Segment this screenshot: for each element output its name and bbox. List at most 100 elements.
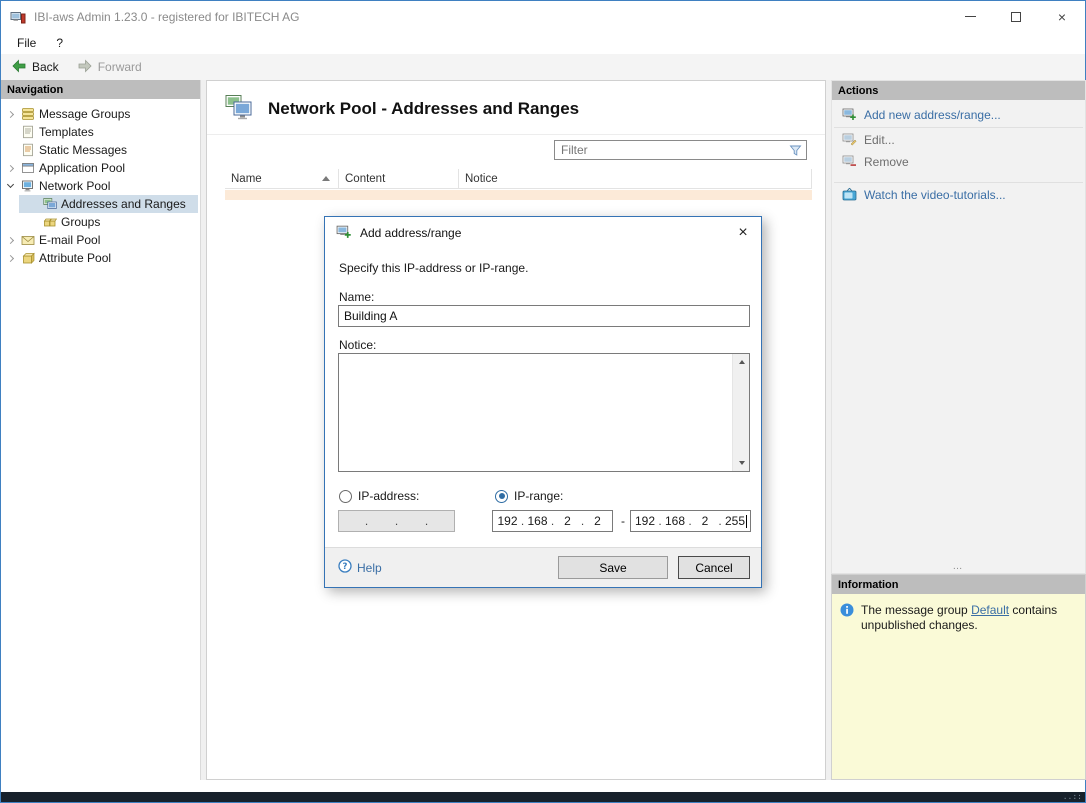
octet: 192 bbox=[497, 514, 519, 528]
tree-item-addresses-and-ranges[interactable]: Addresses and Ranges bbox=[1, 195, 200, 213]
notice-textarea[interactable] bbox=[339, 354, 732, 471]
tree-item-network-pool[interactable]: Network Pool bbox=[1, 177, 200, 195]
tree-item-application-pool[interactable]: Application Pool bbox=[1, 159, 200, 177]
add-address-range-dialog: Add address/range × Specify this IP-addr… bbox=[324, 216, 762, 588]
notice-scrollbar[interactable] bbox=[732, 354, 749, 471]
name-input[interactable] bbox=[338, 305, 750, 327]
information-body: The message group Default contains unpub… bbox=[832, 594, 1085, 779]
message-groups-icon bbox=[19, 107, 36, 121]
action-label: Edit... bbox=[864, 133, 895, 147]
chevron-right-icon[interactable] bbox=[1, 166, 19, 171]
dialog-close-icon[interactable]: × bbox=[729, 220, 757, 246]
tree-item-groups[interactable]: Groups bbox=[1, 213, 200, 231]
back-button[interactable]: Back bbox=[3, 56, 67, 78]
column-header-notice[interactable]: Notice bbox=[459, 169, 812, 188]
minimize-button[interactable] bbox=[947, 1, 993, 32]
action-remove: Remove bbox=[832, 151, 1085, 173]
ip-address-radio-group[interactable]: IP-address: bbox=[339, 489, 419, 503]
forward-label: Forward bbox=[98, 60, 142, 74]
table-header-row: Name Content Notice bbox=[225, 169, 812, 189]
octet: 255 bbox=[724, 514, 746, 528]
action-add-new-address-range[interactable]: Add new address/range... bbox=[832, 104, 1085, 126]
page-title: Network Pool - Addresses and Ranges bbox=[268, 99, 579, 119]
tree-item-static-messages[interactable]: Static Messages bbox=[1, 141, 200, 159]
menubar: File ? bbox=[1, 32, 1085, 54]
actions-separator bbox=[834, 127, 1083, 128]
window-title: IBI-aws Admin 1.23.0 - registered for IB… bbox=[34, 10, 299, 24]
scroll-up-icon[interactable] bbox=[733, 354, 750, 370]
ip-range-to-input[interactable]: 192.168.2.255 bbox=[630, 510, 751, 532]
titlebar: IBI-aws Admin 1.23.0 - registered for IB… bbox=[1, 1, 1085, 32]
name-label: Name: bbox=[339, 290, 374, 304]
chevron-right-icon[interactable] bbox=[1, 112, 19, 117]
info-icon bbox=[840, 603, 854, 770]
help-link[interactable]: ? Help bbox=[338, 559, 382, 576]
close-button[interactable]: × bbox=[1039, 1, 1085, 32]
column-header-name[interactable]: Name bbox=[225, 169, 339, 188]
dialog-title: Add address/range bbox=[360, 226, 461, 240]
remove-icon bbox=[842, 154, 857, 171]
action-watch-video-tutorials[interactable]: Watch the video-tutorials... bbox=[832, 184, 1085, 206]
help-label: Help bbox=[357, 561, 382, 575]
attribute-pool-icon bbox=[19, 251, 36, 265]
chevron-down-icon[interactable] bbox=[1, 185, 19, 187]
tree-item-email-pool[interactable]: E-mail Pool bbox=[1, 231, 200, 249]
save-button[interactable]: Save bbox=[558, 556, 668, 579]
octet: 2 bbox=[587, 514, 609, 528]
templates-icon bbox=[19, 125, 36, 139]
ip-address-label: IP-address: bbox=[358, 489, 419, 503]
tree-item-message-groups[interactable]: Message Groups bbox=[1, 105, 200, 123]
ip-address-radio[interactable] bbox=[339, 490, 352, 503]
toolbar: Back Forward bbox=[1, 54, 1085, 80]
info-message-start: The message group bbox=[861, 603, 971, 617]
tree-item-attribute-pool[interactable]: Attribute Pool bbox=[1, 249, 200, 267]
scroll-down-icon[interactable] bbox=[733, 455, 750, 471]
dialog-footer: ? Help Save Cancel bbox=[325, 547, 761, 587]
octet: 2 bbox=[557, 514, 579, 528]
forward-arrow-icon bbox=[77, 58, 93, 77]
text-caret bbox=[746, 515, 747, 528]
ip-range-from-input[interactable]: 192.168.2.2 bbox=[492, 510, 613, 532]
octet: 2 bbox=[694, 514, 716, 528]
app-icon bbox=[10, 9, 26, 25]
menu-help[interactable]: ? bbox=[46, 32, 73, 54]
back-label: Back bbox=[32, 60, 59, 74]
tree-label: Groups bbox=[61, 215, 100, 229]
actions-header: Actions bbox=[832, 81, 1085, 100]
forward-button: Forward bbox=[69, 56, 150, 78]
filter-funnel-icon[interactable] bbox=[784, 144, 806, 157]
chevron-right-icon[interactable] bbox=[1, 256, 19, 261]
ip-range-radio-group[interactable]: IP-range: bbox=[495, 489, 563, 503]
menu-file[interactable]: File bbox=[7, 32, 46, 54]
information-panel: Information The message group Default co… bbox=[831, 574, 1086, 780]
column-label: Content bbox=[345, 173, 385, 185]
cancel-button[interactable]: Cancel bbox=[678, 556, 750, 579]
network-pool-page-icon bbox=[225, 94, 255, 124]
tree-label: Network Pool bbox=[39, 179, 110, 193]
resize-grip[interactable]: ..:: bbox=[1063, 793, 1085, 801]
ip-address-input: ... bbox=[338, 510, 455, 532]
action-label: Remove bbox=[864, 155, 909, 169]
filter-input[interactable] bbox=[555, 143, 784, 157]
navigation-panel: Navigation Message Groups Templates bbox=[1, 80, 201, 780]
dialog-description: Specify this IP-address or IP-range. bbox=[339, 261, 528, 275]
tree-label: E-mail Pool bbox=[39, 233, 100, 247]
application-pool-icon bbox=[19, 161, 36, 175]
navigation-tree: Message Groups Templates S bbox=[1, 99, 200, 267]
chevron-right-icon[interactable] bbox=[1, 238, 19, 243]
network-pool-icon bbox=[19, 179, 36, 193]
statusbar: ..:: bbox=[1, 792, 1085, 802]
ip-range-radio[interactable] bbox=[495, 490, 508, 503]
tree-item-templates[interactable]: Templates bbox=[1, 123, 200, 141]
notice-field bbox=[338, 353, 750, 472]
tree-label: Addresses and Ranges bbox=[61, 197, 186, 211]
back-arrow-icon bbox=[11, 58, 27, 77]
panel-splitter-handle[interactable]: … bbox=[832, 562, 1085, 572]
column-header-content[interactable]: Content bbox=[339, 169, 459, 188]
sort-ascending-icon bbox=[322, 176, 330, 181]
maximize-button[interactable] bbox=[993, 1, 1039, 32]
notice-label: Notice: bbox=[339, 338, 376, 352]
default-message-group-link[interactable]: Default bbox=[971, 603, 1009, 617]
ip-range-label: IP-range: bbox=[514, 489, 563, 503]
edit-icon bbox=[842, 132, 857, 149]
